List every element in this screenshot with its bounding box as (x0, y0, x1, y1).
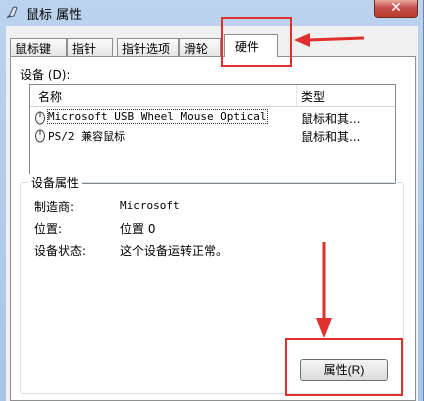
highlight-box-hardware-tab (221, 17, 292, 67)
tab-label: 指针选项 (122, 42, 171, 56)
tab-pointers[interactable]: 指针 (67, 38, 113, 56)
device-row[interactable]: Microsoft USB Wheel Mouse Optical 鼠标和其..… (32, 109, 393, 126)
arrow-left-icon (294, 33, 365, 47)
tab-pointer-options[interactable]: 指针选项 (117, 38, 179, 56)
highlight-box-properties-button (285, 338, 403, 396)
device-list[interactable]: 名称 类型 Microsoft USB Wheel Mouse Optical … (29, 84, 396, 184)
mouse-properties-window: 鼠标 属性 ✕ 鼠标键 指针 指针选项 滑轮 硬件 设备 (D): 名称 类型 … (0, 0, 424, 401)
mouse-device-icon (35, 129, 45, 143)
manufacturer-value: Microsoft (120, 199, 180, 212)
tab-label: 鼠标键 (15, 42, 52, 56)
device-type: 鼠标和其... (301, 112, 361, 126)
location-value: 位置 0 (120, 222, 156, 236)
window-title: 鼠标 属性 (26, 8, 83, 23)
close-button[interactable]: ✕ (374, 0, 418, 18)
column-divider[interactable] (296, 85, 297, 106)
device-name: PS/2 兼容鼠标 (48, 130, 126, 143)
close-icon: ✕ (390, 0, 402, 16)
device-row[interactable]: PS/2 兼容鼠标 鼠标和其... (32, 127, 393, 144)
title-bar[interactable]: 鼠标 属性 ✕ (0, 0, 424, 26)
location-label: 位置: (34, 222, 63, 236)
mouse-device-icon (35, 111, 45, 125)
device-name: Microsoft USB Wheel Mouse Optical (47, 109, 268, 124)
tab-label: 滑轮 (184, 42, 209, 56)
column-header-name[interactable]: 名称 (38, 88, 62, 105)
arrow-down-icon (316, 242, 332, 338)
devices-label: 设备 (D): (20, 68, 71, 82)
manufacturer-label: 制造商: (34, 200, 75, 214)
mouse-icon (6, 6, 18, 19)
tab-buttons[interactable]: 鼠标键 (10, 38, 67, 56)
status-label: 设备状态: (34, 244, 87, 258)
status-value: 这个设备运转正常。 (120, 244, 229, 258)
list-header: 名称 类型 (30, 85, 395, 107)
tab-label: 指针 (72, 42, 97, 56)
column-header-type[interactable]: 类型 (301, 88, 325, 105)
group-title: 设备属性 (28, 174, 83, 191)
device-type: 鼠标和其... (301, 130, 361, 144)
tab-wheel[interactable]: 滑轮 (179, 38, 221, 56)
